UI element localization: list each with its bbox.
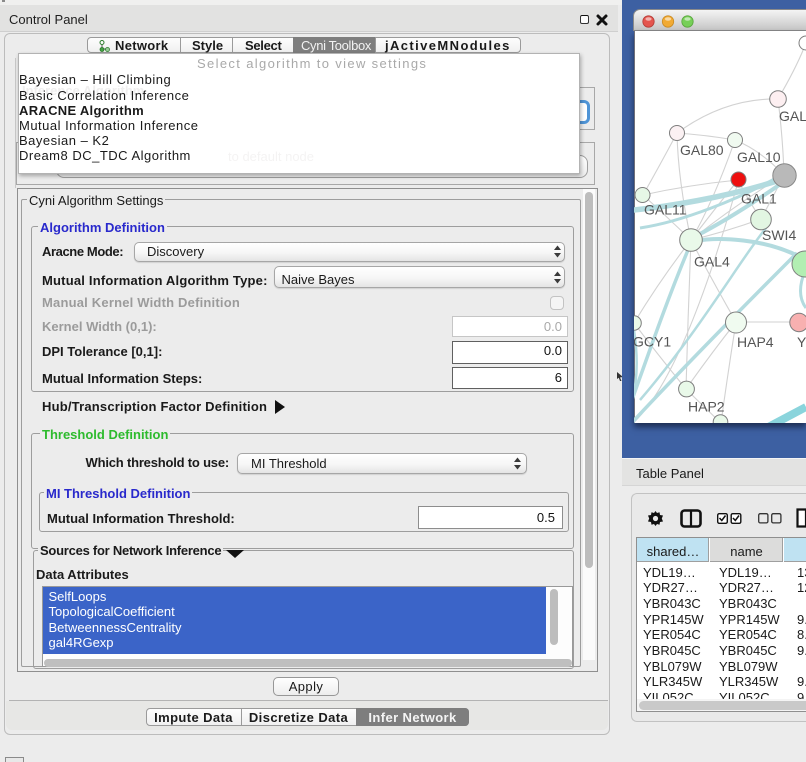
svg-text:GAL10: GAL10 <box>737 149 781 165</box>
svg-text:GAL4: GAL4 <box>694 254 730 270</box>
svg-text:GAL80: GAL80 <box>680 142 724 158</box>
svg-text:HAP4: HAP4 <box>737 334 774 350</box>
svg-text:SWI4: SWI4 <box>762 227 796 243</box>
svg-text:YJ: YJ <box>797 334 806 350</box>
svg-text:GCY1: GCY1 <box>634 334 671 350</box>
svg-text:GAL1: GAL1 <box>741 191 777 207</box>
svg-text:HAP2: HAP2 <box>688 399 725 415</box>
svg-text:GAL11: GAL11 <box>644 202 687 218</box>
svg-text:GAL7: GAL7 <box>779 108 806 124</box>
